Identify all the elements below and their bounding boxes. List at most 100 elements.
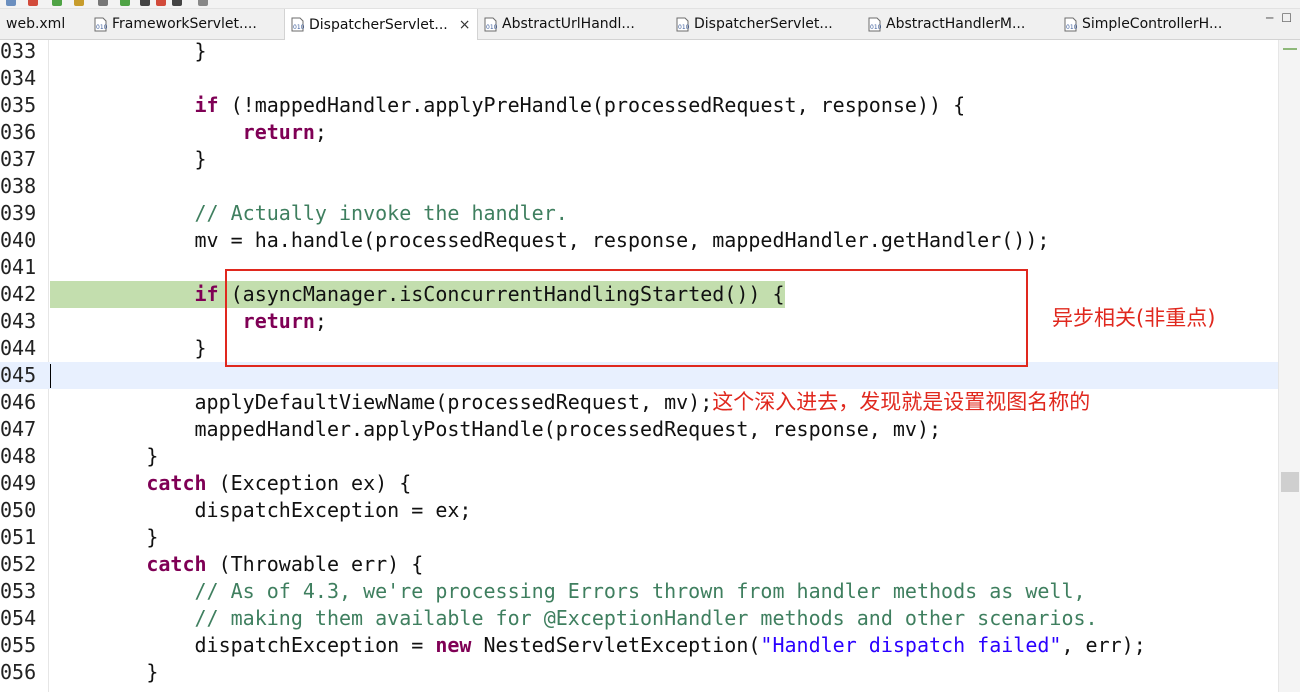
code-text: mv = ha.handle(processedRequest, respons…: [50, 227, 1049, 254]
toolbar-icon[interactable]: [140, 0, 150, 6]
code-line[interactable]: 040 mv = ha.handle(processedRequest, res…: [0, 227, 1278, 254]
line-number: 052: [0, 552, 37, 576]
line-number: 037: [0, 147, 37, 171]
tab-label: web.xml: [6, 16, 66, 32]
code-line[interactable]: 051 }: [0, 524, 1278, 551]
toolbar-icon[interactable]: [52, 0, 62, 6]
vertical-scrollbar[interactable]: [1278, 40, 1300, 692]
tab-abstracthandlermapping[interactable]: 010 AbstractHandlerM...: [862, 9, 1058, 39]
toolbar-icon[interactable]: [6, 0, 16, 6]
code-editor[interactable]: 033 } 034 035 if (!mappedHandler.applyPreH…: [0, 40, 1278, 692]
line-number: 040: [0, 228, 37, 252]
code-text: }: [50, 335, 206, 362]
toolbar-strip: [0, 0, 1300, 9]
code-line[interactable]: 047 mappedHandler.applyPostHandle(proces…: [0, 416, 1278, 443]
text-caret: [50, 364, 51, 388]
close-icon[interactable]: ×: [459, 17, 471, 33]
code-line[interactable]: 035 if (!mappedHandler.applyPreHandle(pr…: [0, 92, 1278, 119]
code-line[interactable]: 055 dispatchException = new NestedServle…: [0, 632, 1278, 659]
line-number: 048: [0, 444, 37, 468]
tab-web-xml[interactable]: web.xml: [0, 9, 88, 39]
tab-label: FrameworkServlet....: [112, 16, 257, 32]
code-text: }: [50, 40, 207, 65]
toolbar-icon[interactable]: [98, 0, 108, 6]
line-number: 038: [0, 174, 37, 198]
code-line[interactable]: 038: [0, 173, 1278, 200]
code-token: (Exception ex) {: [206, 471, 412, 495]
line-number: 050: [0, 498, 37, 522]
code-token: (!mappedHandler.applyPreHandle(processed…: [218, 93, 966, 117]
toolbar-icon[interactable]: [120, 0, 130, 6]
maximize-icon[interactable]: ☐: [1281, 11, 1292, 25]
svg-text:010: 010: [293, 24, 304, 31]
code-text: catch (Exception ex) {: [50, 470, 411, 497]
svg-text:010: 010: [870, 24, 881, 31]
tab-abstracturlhandler[interactable]: 010 AbstractUrlHandl...: [478, 9, 670, 39]
code-token: }: [50, 40, 207, 63]
code-line[interactable]: 036 return;: [0, 119, 1278, 146]
scrollbar-thumb[interactable]: [1281, 472, 1299, 492]
line-number: 042: [0, 282, 37, 306]
code-text: // As of 4.3, we're processing Errors th…: [50, 578, 1086, 605]
code-line[interactable]: 037 }: [0, 146, 1278, 173]
line-number: 055: [0, 633, 37, 657]
code-text: dispatchException = ex;: [50, 497, 471, 524]
scrollbar-marker: [1283, 48, 1297, 50]
code-text: mappedHandler.applyPostHandle(processedR…: [50, 416, 941, 443]
toolbar-icon[interactable]: [172, 0, 182, 6]
code-line[interactable]: 053 // As of 4.3, we're processing Error…: [0, 578, 1278, 605]
code-text: catch (Throwable err) {: [50, 551, 423, 578]
code-line[interactable]: 039 // Actually invoke the handler.: [0, 200, 1278, 227]
comment-token: // As of 4.3, we're processing Errors th…: [194, 579, 1086, 603]
comment-token: // Actually invoke the handler.: [194, 201, 568, 225]
line-number: 039: [0, 201, 37, 225]
toolbar-icon[interactable]: [198, 0, 208, 6]
tab-dispatcherservlet-active[interactable]: 010 DispatcherServlet... ×: [284, 9, 478, 40]
java-class-file-icon: 010: [1064, 17, 1077, 32]
code-line[interactable]: 049 catch (Exception ex) {: [0, 470, 1278, 497]
svg-text:010: 010: [1066, 24, 1077, 31]
line-number: 049: [0, 471, 37, 495]
tab-label: AbstractHandlerM...: [886, 16, 1026, 32]
minimize-icon[interactable]: ─: [1266, 11, 1273, 25]
code-line[interactable]: 052 catch (Throwable err) {: [0, 551, 1278, 578]
tab-dispatcherservlet-2[interactable]: 010 DispatcherServlet...: [670, 9, 862, 39]
code-line[interactable]: 033 }: [0, 40, 1278, 65]
svg-text:010: 010: [486, 24, 497, 31]
code-line[interactable]: 056 }: [0, 659, 1278, 686]
code-token: (Throwable err) {: [206, 552, 424, 576]
keyword-token: catch: [146, 471, 207, 495]
tab-label: AbstractUrlHandl...: [502, 16, 635, 32]
code-line[interactable]: 046 applyDefaultViewName(processedReques…: [0, 389, 1278, 416]
code-line[interactable]: 034: [0, 65, 1278, 92]
code-token: }: [50, 525, 159, 549]
code-line[interactable]: 048 }: [0, 443, 1278, 470]
code-line[interactable]: 054 // making them available for @Except…: [0, 605, 1278, 632]
toolbar-icon[interactable]: [28, 0, 38, 6]
line-number: 043: [0, 309, 37, 333]
line-number: 044: [0, 336, 37, 360]
code-line[interactable]: 050 dispatchException = ex;: [0, 497, 1278, 524]
code-token: mv = ha.handle(processedRequest, respons…: [50, 228, 1050, 252]
code-text: applyDefaultViewName(processedRequest, m…: [50, 389, 1090, 416]
keyword-token: if: [194, 282, 219, 306]
keyword-token: if: [194, 93, 219, 117]
tab-simplecontrollerhandler[interactable]: 010 SimpleControllerH...: [1058, 9, 1248, 39]
java-class-file-icon: 010: [676, 17, 689, 32]
keyword-token: new: [435, 633, 472, 657]
line-number: 035: [0, 93, 37, 117]
code-token: dispatchException =: [50, 633, 436, 657]
toolbar-icon[interactable]: [156, 0, 166, 6]
code-token: dispatchException = ex;: [50, 498, 472, 522]
line-number: 053: [0, 579, 37, 603]
toolbar-icon[interactable]: [74, 0, 84, 6]
code-text: }: [50, 524, 158, 551]
tab-frameworkservlet[interactable]: 010 FrameworkServlet....: [88, 9, 284, 39]
code-text: if (!mappedHandler.applyPreHandle(proces…: [50, 92, 966, 119]
tab-label: SimpleControllerH...: [1082, 16, 1223, 32]
